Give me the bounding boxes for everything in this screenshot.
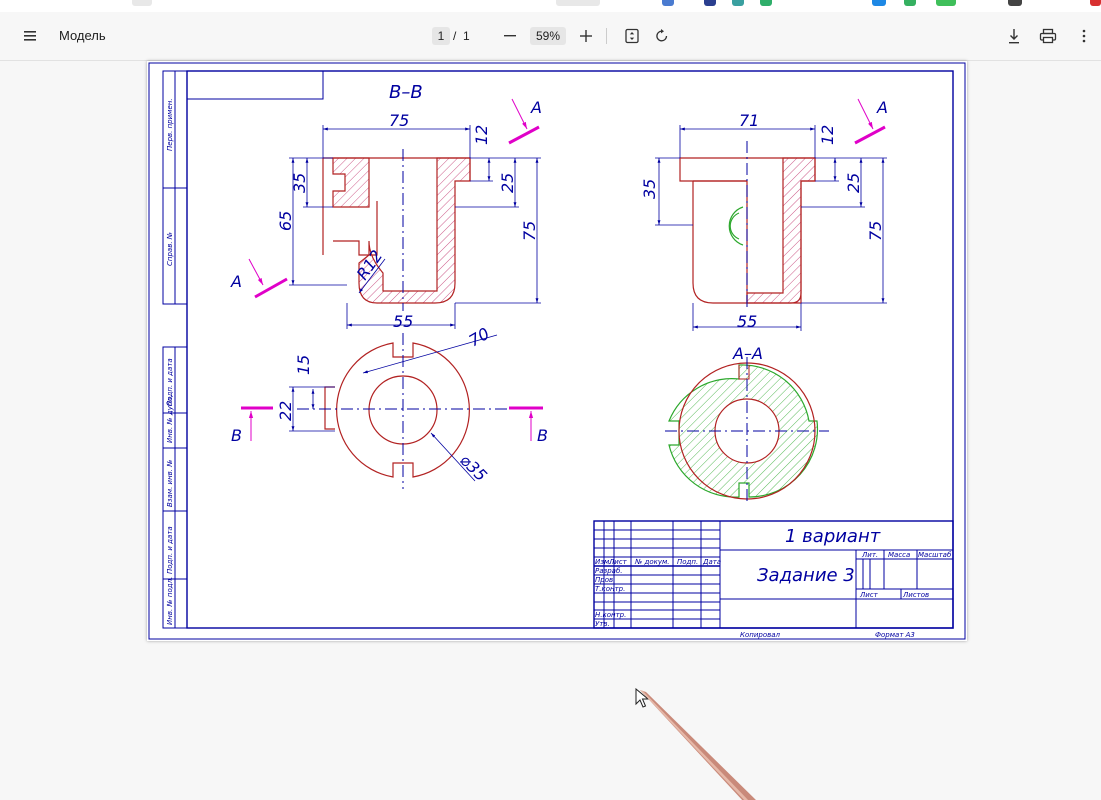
top-left-box	[186, 70, 324, 100]
toolbar-divider	[606, 28, 607, 44]
extension-icon[interactable]	[1008, 0, 1022, 6]
zoom-out-button[interactable]	[498, 24, 522, 48]
side-label: Инв. № подл.	[166, 577, 174, 625]
dim-label: 12	[472, 125, 491, 145]
browser-tab[interactable]	[132, 0, 152, 6]
section-letter: А	[230, 272, 242, 291]
dim-label: ⌀35	[456, 450, 491, 485]
variant-label: 1 вариант	[785, 526, 881, 547]
zoom-in-button[interactable]	[574, 24, 598, 48]
extension-icon[interactable]	[662, 0, 674, 6]
rotate-button[interactable]	[650, 24, 674, 48]
more-options-button[interactable]	[1072, 24, 1096, 48]
dim-label: 35	[290, 173, 309, 193]
download-icon	[1009, 29, 1019, 44]
tb-row: Н.контр.	[595, 611, 626, 619]
total-pages: 1	[463, 29, 470, 43]
dim-label: 12	[818, 125, 837, 145]
extension-icon[interactable]	[872, 0, 886, 6]
tb-row: Пров.	[595, 576, 615, 584]
front-view: 71 55 35 12 25 75 А	[640, 98, 888, 331]
outer-frame	[148, 62, 966, 640]
tb-kopiroval: Копировал	[740, 631, 781, 639]
extension-icon[interactable]	[732, 0, 744, 6]
tb-header: Лист	[608, 558, 628, 566]
top-view: 70 ⌀35 15 22 В В	[231, 324, 548, 489]
plus-icon	[580, 30, 592, 42]
section-letter: В	[537, 426, 548, 445]
section-view-aa: А–А	[665, 344, 829, 505]
dim-label: 15	[294, 355, 313, 375]
pdf-toolbar: Модель 1 / 1 59%	[0, 12, 1101, 61]
tb-header: Подп.	[677, 558, 698, 566]
notification-badge[interactable]	[1090, 0, 1101, 6]
tb-header: № докум.	[634, 558, 670, 566]
tb-row: Утв.	[595, 620, 610, 628]
side-label: Подп. и дата	[166, 526, 174, 574]
section-letter: А	[530, 98, 542, 117]
view-title-bb: В–В	[389, 82, 423, 103]
section-letter: А	[876, 98, 888, 117]
stylus-pen-icon	[640, 690, 756, 800]
rotate-icon	[656, 29, 668, 42]
browser-tab[interactable]	[556, 0, 600, 6]
pdf-page: Перв. примен. Справ. № Подп. и дата Инв.…	[147, 61, 967, 641]
tb-lit: Лит.	[861, 551, 878, 559]
dim-label: 55	[393, 312, 413, 331]
dim-label: 75	[866, 221, 885, 241]
extension-icon[interactable]	[936, 0, 956, 6]
print-button[interactable]	[1036, 24, 1060, 48]
task-label: Задание 3	[757, 565, 855, 586]
dim-label: 65	[276, 211, 295, 231]
download-button[interactable]	[1002, 24, 1026, 48]
minus-icon	[504, 35, 516, 37]
dim-label: 25	[844, 173, 863, 193]
extension-icon[interactable]	[704, 0, 716, 6]
tb-row: Т.контр.	[595, 585, 625, 593]
menu-button[interactable]	[18, 24, 42, 48]
tb-listov: Листов	[902, 591, 929, 599]
dim-label: 55	[737, 312, 757, 331]
dim-label: 75	[520, 221, 539, 241]
tb-row: Разраб.	[595, 567, 623, 575]
tb-list: Лист	[859, 591, 879, 599]
hamburger-icon	[24, 31, 36, 41]
more-vertical-icon	[1082, 29, 1086, 43]
fit-page-button[interactable]	[620, 24, 644, 48]
tb-format: Формат А3	[875, 631, 915, 639]
side-label: Взам. инв. №	[166, 459, 174, 507]
fit-page-icon	[625, 28, 639, 44]
dim-label: 35	[640, 179, 659, 199]
extension-icon[interactable]	[760, 0, 772, 6]
dim-label: 70	[466, 324, 493, 351]
page-number-input[interactable]: 1	[432, 27, 450, 45]
zoom-input[interactable]: 59%	[530, 27, 566, 45]
dim-label: 75	[389, 111, 409, 130]
page-separator: /	[453, 29, 457, 43]
section-view-bb: В–В 75 55 65 35 12 25 75 R12 А А	[230, 82, 542, 331]
tb-header: Дата	[702, 558, 721, 566]
document-title: Модель	[59, 28, 106, 43]
tb-masshtab: Масштаб	[918, 551, 952, 559]
side-label: Перв. примен.	[166, 98, 174, 151]
side-label: Справ. №	[166, 232, 174, 266]
print-icon	[1039, 28, 1057, 44]
drawing-canvas: Перв. примен. Справ. № Подп. и дата Инв.…	[148, 62, 966, 640]
dim-label: 25	[498, 173, 517, 193]
dim-label: 71	[739, 111, 759, 130]
extension-icon[interactable]	[904, 0, 916, 6]
side-label: Инв. № дубл.	[166, 395, 174, 443]
tb-massa: Масса	[888, 551, 910, 559]
dim-label: 22	[276, 401, 295, 421]
section-letter: В	[231, 426, 242, 445]
